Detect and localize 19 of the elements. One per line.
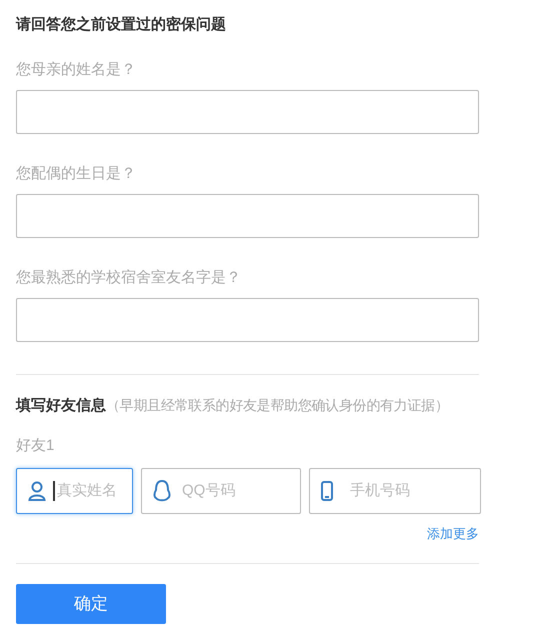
section-title: 请回答您之前设置过的密保问题 [16,15,227,35]
input-field[interactable]: QQ号码 [141,468,301,514]
friend-label: 好友1 [16,436,56,456]
question-label: 您配偶的生日是？ [16,164,137,184]
section-note: （早期且经常联系的好友是帮助您确认身份的有力证据） [106,396,449,415]
answer-field[interactable] [16,90,479,134]
input-field[interactable]: 真实姓名 [16,468,133,514]
text-caret [53,480,55,500]
phone-icon [321,480,333,500]
add-more-link[interactable]: 添加更多 [427,524,479,543]
person-icon [28,480,46,500]
penguin-icon [153,480,171,502]
question-label: 您最熟悉的学校宿舍室友名字是？ [16,268,242,288]
confirm-button[interactable]: 确定 [16,584,166,624]
answer-field[interactable] [16,194,479,238]
section-title: 填写好友信息 [16,396,106,416]
question-label: 您母亲的姓名是？ [16,60,137,80]
input-field[interactable]: 手机号码 [309,468,481,514]
answer-field[interactable] [16,298,479,342]
